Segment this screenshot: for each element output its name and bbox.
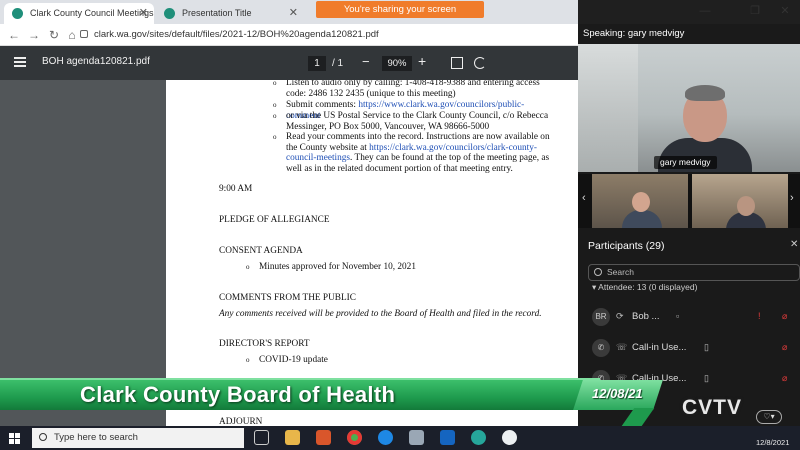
back-arrow-icon[interactable]: ← [6, 26, 22, 44]
speaker-hair [685, 85, 725, 101]
close-tab-icon[interactable]: ✕ [289, 3, 298, 24]
internet-explorer-icon[interactable] [378, 430, 393, 445]
search-icon [39, 433, 47, 441]
outlook-icon[interactable] [440, 430, 455, 445]
sync-icon: ⟳ [616, 311, 624, 321]
mic-icon: ▯ [704, 342, 709, 352]
participant-row[interactable]: ✆ ☏ Call-in Use... ▯ ⌀ [592, 339, 800, 361]
url-field[interactable]: clark.wa.gov/sites/default/files/2021-12… [94, 27, 379, 43]
broadcast-date: 12/08/21 [592, 386, 643, 401]
tab-council-meetings[interactable]: Clark County Council Meetings | ✕ [4, 3, 154, 24]
restore-window-icon[interactable]: ❐ [740, 0, 770, 22]
home-icon[interactable]: ⌂ [64, 26, 80, 44]
consent-heading: CONSENT AGENDA [219, 246, 303, 256]
file-explorer-icon[interactable] [285, 430, 300, 445]
agenda-bullet-read: o Read your comments into the record. In… [273, 132, 550, 174]
menu-icon[interactable] [14, 57, 26, 67]
media-player-icon[interactable] [316, 430, 331, 445]
director-heading: DIRECTOR'S REPORT [219, 339, 310, 349]
forward-arrow-icon[interactable]: → [26, 26, 42, 44]
attendee-header: ▾ Attendee: 13 (0 displayed) [592, 282, 698, 292]
close-window-icon[interactable]: ✕ [770, 0, 800, 22]
page-number-input[interactable]: 1 [308, 56, 326, 71]
tab-title: Presentation Title [182, 8, 252, 18]
alert-icon: ! [758, 311, 761, 321]
pdf-filename: BOH agenda120821.pdf [42, 56, 150, 67]
site-favicon-icon [12, 8, 23, 19]
agenda-bullet-postal: o or via the US Postal Service to the Cl… [273, 111, 549, 132]
adjourn-heading: ADJOURN [219, 417, 263, 426]
close-tab-icon[interactable]: ✕ [139, 3, 148, 24]
mic-muted-icon[interactable]: ⌀ [782, 373, 787, 384]
speaker-name-tag: gary medvigy [654, 156, 717, 169]
director-item: o COVID-19 update [246, 355, 328, 365]
zoom-panel: Speaking: gary medvigy gary medvigy ‹ › … [578, 24, 800, 426]
participant-name: Call-in Use... [632, 342, 687, 353]
consent-item: o Minutes approved for November 10, 2021 [246, 262, 416, 272]
participant-search-input[interactable]: Search [588, 264, 800, 281]
remote-desktop-icon[interactable] [409, 430, 424, 445]
participant-video-thumbnail[interactable] [692, 174, 788, 228]
page-total: / 1 [332, 58, 344, 69]
pledge-heading: PLEDGE OF ALLEGIANCE [219, 215, 330, 225]
pdf-viewport[interactable]: o Listen to audio only by calling: 1-408… [0, 80, 578, 426]
reactions-button[interactable]: ♡▾ [756, 410, 782, 424]
chrome-icon[interactable] [347, 430, 362, 445]
video-thumbnail-strip: ‹ › [578, 174, 800, 228]
avatar: BR [592, 308, 610, 326]
chevron-right-icon[interactable]: › [790, 192, 794, 204]
windows-start-icon[interactable] [9, 433, 20, 444]
tab-title: Clark County Council Meetings | [30, 8, 154, 18]
lock-icon [80, 30, 88, 38]
participant-video-thumbnail[interactable] [592, 174, 688, 228]
pdf-toolbar: BOH agenda120821.pdf 1 / 1 − 90% + [0, 46, 578, 80]
background-shelf [578, 44, 638, 172]
broadcast-lower-third: Clark County Board of Health [0, 378, 600, 410]
chevron-left-icon[interactable]: ‹ [582, 192, 586, 204]
close-panel-icon[interactable]: ✕ [790, 239, 798, 250]
clock-app-icon[interactable] [502, 430, 517, 445]
zoom-level-input[interactable]: 90% [382, 56, 412, 71]
task-view-icon[interactable] [254, 430, 269, 445]
browser-tab-strip: Clark County Council Meetings | ✕ Presen… [0, 0, 578, 24]
search-icon [594, 268, 602, 276]
comments-note: Any comments received will be provided t… [219, 309, 542, 319]
windows-taskbar: Type here to search 12/8/2021 [0, 426, 800, 450]
phone-icon: ✆ [592, 339, 610, 357]
mic-icon: ▯ [704, 373, 709, 383]
participant-row[interactable]: BR ⟳ Bob ... ▫ ! ⌀ [592, 308, 800, 330]
broadcast-title: Clark County Board of Health [80, 382, 396, 407]
pdf-page: o Listen to audio only by calling: 1-408… [166, 80, 578, 426]
minimize-window-icon[interactable]: — [690, 0, 720, 22]
chat-icon: ▫ [676, 311, 680, 321]
meeting-time: 9:00 AM [219, 184, 253, 194]
taskbar-search-input[interactable]: Type here to search [32, 428, 244, 448]
address-bar: ← → ↻ ⌂ clark.wa.gov/sites/default/files… [0, 24, 578, 46]
fit-to-page-icon[interactable] [451, 57, 463, 69]
tab-presentation-title[interactable]: Presentation Title ✕ [156, 3, 304, 24]
participants-title: Participants (29) [588, 240, 665, 252]
screen-share-banner: You're sharing your screen [316, 1, 484, 18]
active-speaker-label: Speaking: gary medvigy [583, 28, 685, 39]
speaker-video[interactable]: gary medvigy [578, 44, 800, 172]
zoom-out-icon[interactable]: − [362, 54, 370, 69]
rotate-icon[interactable] [474, 57, 486, 69]
reload-icon[interactable]: ↻ [46, 26, 62, 44]
participant-name: Bob ... [632, 311, 660, 322]
cvtv-logo: CVTV [682, 396, 743, 419]
mic-muted-icon[interactable]: ⌀ [782, 311, 787, 322]
phone-icon: ☏ [616, 342, 628, 352]
zoom-in-icon[interactable]: + [418, 53, 426, 69]
edge-icon[interactable] [471, 430, 486, 445]
site-favicon-icon [164, 8, 175, 19]
comments-heading: COMMENTS FROM THE PUBLIC [219, 293, 356, 303]
mic-muted-icon[interactable]: ⌀ [782, 342, 787, 353]
agenda-bullet-audio: o Listen to audio only by calling: 1-408… [273, 80, 540, 99]
taskbar-date[interactable]: 12/8/2021 [756, 438, 789, 447]
